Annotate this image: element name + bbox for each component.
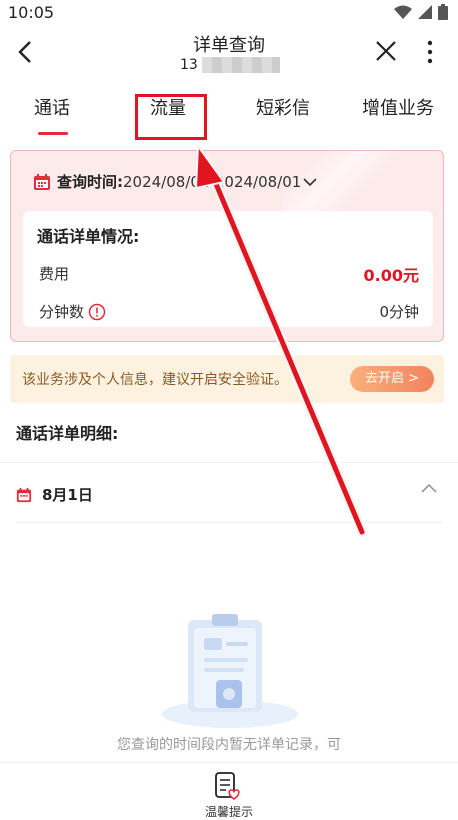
bottom-bar: 温馨提示 [0, 762, 458, 820]
chevron-up-icon[interactable] [418, 480, 440, 496]
status-time: 10:05 [8, 3, 55, 22]
empty-clipboard-illustration [162, 614, 298, 728]
summary-panel: 通话详单情况: 费用 0.00元 分钟数 0分钟 [23, 211, 433, 327]
tips-label[interactable]: 温馨提示 [0, 803, 458, 820]
enable-security-button[interactable]: 去开启 > [350, 366, 434, 392]
minutes-row: 分钟数 [39, 301, 106, 322]
summary-title: 通话详单情况: [37, 227, 140, 246]
empty-state-text: 您查询的时间段内暂无详单记录，可 [117, 737, 341, 753]
phone-mask [201, 57, 280, 73]
tab-calls[interactable]: 通话 [34, 94, 70, 120]
banner-text: 该业务涉及个人信息，建议开启安全验证。 [22, 372, 288, 388]
tips-icon[interactable] [212, 771, 242, 801]
annotation-highlight-box [135, 94, 207, 140]
divider [0, 462, 458, 463]
detail-section-title: 通话详单明细: [16, 424, 119, 443]
info-alert-icon[interactable] [88, 303, 106, 321]
phone-number: 13 [180, 57, 280, 73]
active-tab-indicator [38, 132, 68, 135]
calendar-icon [34, 173, 50, 190]
calendar-icon [16, 487, 32, 502]
battery-icon [438, 4, 448, 20]
date-label: 8月1日 [42, 486, 93, 504]
status-icons [394, 4, 448, 20]
query-time-value: 2024/08/01-2024/08/01 [123, 172, 302, 191]
more-vertical-icon[interactable] [420, 39, 440, 65]
tab-value-added[interactable]: 增值业务 [362, 94, 434, 120]
minutes-value: 0分钟 [379, 303, 419, 321]
signal-icon [418, 5, 432, 19]
tab-sms[interactable]: 短彩信 [256, 94, 310, 120]
close-icon[interactable] [374, 39, 398, 63]
date-group-header[interactable]: 8月1日 [16, 484, 93, 505]
chevron-down-icon [303, 177, 317, 186]
fee-value: 0.00元 [363, 266, 419, 285]
query-time-label: 查询时间: [57, 173, 123, 191]
wifi-icon [394, 5, 412, 19]
nav-header: 详单查询 13 [0, 26, 458, 82]
fee-label: 费用 [39, 265, 70, 283]
minutes-label: 分钟数 [39, 303, 85, 321]
query-time-row[interactable]: 查询时间: 2024/08/01-2024/08/01 [33, 171, 317, 192]
phone-prefix: 13 [180, 57, 198, 73]
summary-card: 查询时间: 2024/08/01-2024/08/01 通话详单情况: 费用 0… [10, 150, 444, 342]
divider [16, 522, 442, 523]
security-banner: 该业务涉及个人信息，建议开启安全验证。 去开启 > [10, 355, 444, 403]
tab-bar: 通话 流量 短彩信 增值业务 [0, 86, 458, 135]
status-bar: 10:05 [0, 0, 458, 26]
